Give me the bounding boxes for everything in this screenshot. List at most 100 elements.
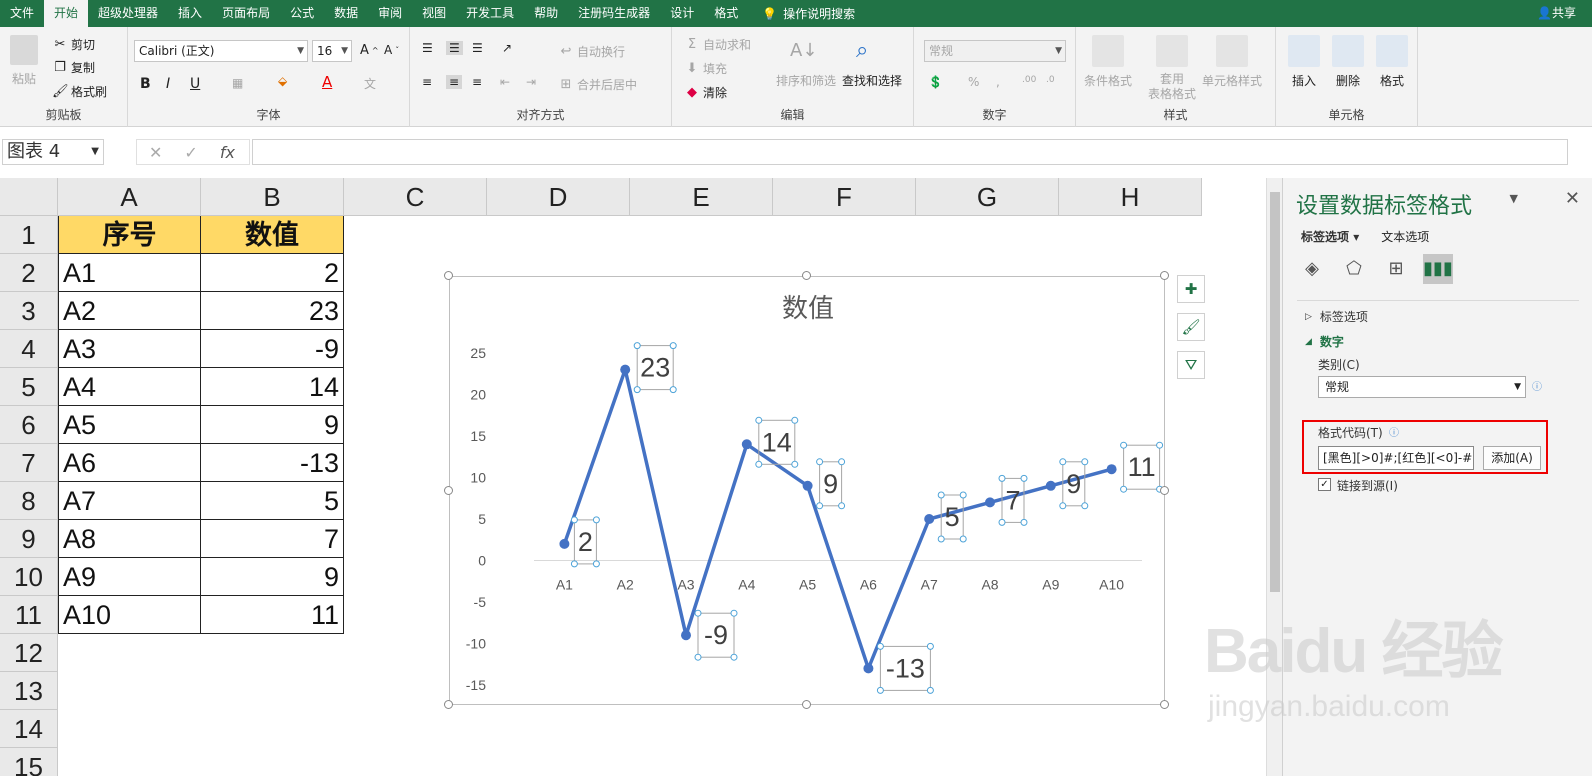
- info-icon[interactable]: ⓘ: [1532, 378, 1542, 393]
- row-header[interactable]: 8: [0, 482, 58, 520]
- phonetic-icon[interactable]: 文: [364, 75, 376, 92]
- column-header[interactable]: B: [201, 178, 344, 216]
- fill-line-icon[interactable]: ◈: [1297, 254, 1327, 284]
- column-header[interactable]: A: [58, 178, 201, 216]
- table-cell[interactable]: A5: [58, 406, 201, 444]
- table-cell[interactable]: 14: [201, 368, 344, 406]
- percent-icon[interactable]: %: [968, 75, 979, 89]
- table-cell[interactable]: A3: [58, 330, 201, 368]
- chart-elements-button[interactable]: ✚: [1177, 275, 1205, 303]
- resize-handle[interactable]: [444, 271, 453, 280]
- menu-tab[interactable]: 文件: [0, 0, 44, 27]
- cancel-icon[interactable]: ✕: [149, 143, 162, 162]
- shrink-font-button[interactable]: Aˇ: [384, 43, 399, 57]
- chart-filter-button[interactable]: ⛛: [1177, 351, 1205, 379]
- menu-tab[interactable]: 设计: [660, 0, 704, 27]
- grow-font-button[interactable]: A ^: [360, 43, 379, 58]
- delete-cells-button[interactable]: 删除: [1332, 35, 1364, 89]
- number-format-combo[interactable]: 常规 ▼: [924, 40, 1066, 62]
- row-header[interactable]: 15: [0, 748, 58, 776]
- cell-styles-button[interactable]: 单元格样式: [1202, 35, 1262, 89]
- table-cell[interactable]: 5: [201, 482, 344, 520]
- resize-handle[interactable]: [1160, 700, 1169, 709]
- underline-button[interactable]: U: [190, 76, 200, 92]
- align-right-icon[interactable]: ≡: [472, 75, 482, 89]
- table-cell[interactable]: A1: [58, 254, 201, 292]
- borders-icon[interactable]: ▦: [232, 76, 243, 90]
- italic-button[interactable]: I: [166, 76, 170, 92]
- format-cells-button[interactable]: 格式: [1376, 35, 1408, 89]
- menu-tab[interactable]: 开始: [44, 0, 89, 27]
- find-select-button[interactable]: ⌕ 查找和选择: [842, 35, 902, 89]
- resize-handle[interactable]: [1160, 485, 1169, 495]
- name-box[interactable]: 图表 4 ▼: [2, 139, 104, 165]
- table-cell[interactable]: A7: [58, 482, 201, 520]
- table-cell[interactable]: -13: [201, 444, 344, 482]
- resize-handle[interactable]: [444, 485, 453, 495]
- row-header[interactable]: 13: [0, 672, 58, 710]
- row-header[interactable]: 1: [0, 216, 58, 254]
- table-cell[interactable]: 7: [201, 520, 344, 558]
- select-all-corner[interactable]: [0, 178, 58, 216]
- table-cell[interactable]: 序号: [58, 216, 201, 254]
- table-cell[interactable]: A4: [58, 368, 201, 406]
- table-cell[interactable]: 9: [201, 406, 344, 444]
- table-cell[interactable]: 2: [201, 254, 344, 292]
- tell-me-search[interactable]: 💡 操作说明搜索: [762, 5, 855, 22]
- increase-decimal-icon[interactable]: .00: [1022, 75, 1036, 85]
- resize-handle[interactable]: [444, 700, 453, 709]
- column-header[interactable]: C: [344, 178, 487, 216]
- menu-tab[interactable]: 审阅: [368, 0, 412, 27]
- indent-decrease-icon[interactable]: ⇤: [500, 75, 510, 89]
- row-header[interactable]: 12: [0, 634, 58, 672]
- menu-tab[interactable]: 插入: [168, 0, 212, 27]
- fill-color-icon[interactable]: ⬙: [278, 74, 287, 88]
- column-header[interactable]: H: [1059, 178, 1202, 216]
- tab-text-options[interactable]: 文本选项: [1381, 228, 1429, 245]
- column-header[interactable]: F: [773, 178, 916, 216]
- category-select[interactable]: 常规 ▼: [1318, 376, 1526, 398]
- orientation-icon[interactable]: ↗: [502, 41, 512, 55]
- table-cell[interactable]: 9: [201, 558, 344, 596]
- link-source-checkbox[interactable]: ✓: [1318, 478, 1331, 491]
- table-cell[interactable]: 23: [201, 292, 344, 330]
- row-header[interactable]: 3: [0, 292, 58, 330]
- row-header[interactable]: 7: [0, 444, 58, 482]
- info-icon[interactable]: ⓘ: [1389, 424, 1399, 439]
- align-middle-icon[interactable]: ☰: [446, 41, 463, 55]
- menu-tab[interactable]: 视图: [412, 0, 456, 27]
- column-header[interactable]: D: [487, 178, 630, 216]
- conditional-format-button[interactable]: 条件格式: [1084, 35, 1132, 89]
- menu-tab[interactable]: 公式: [280, 0, 324, 27]
- menu-tab[interactable]: 开发工具: [456, 0, 524, 27]
- wrap-text-button[interactable]: ↩ 自动换行: [558, 43, 625, 60]
- decrease-decimal-icon[interactable]: .0: [1046, 75, 1055, 85]
- menu-tab[interactable]: 帮助: [524, 0, 568, 27]
- chart[interactable]: 数值 25 20 15 10 5 0 -5 -10 -15 A1 A2 A3 A4 A5 A6 A7 A8 A9 A1…: [449, 276, 1165, 705]
- chart-styles-button[interactable]: 🖌: [1177, 313, 1205, 341]
- fx-icon[interactable]: fx: [220, 143, 235, 162]
- table-cell[interactable]: A10: [58, 596, 201, 634]
- autosum-button[interactable]: Σ 自动求和: [684, 36, 751, 53]
- section-label-options[interactable]: ▷ 标签选项: [1305, 308, 1368, 325]
- table-cell[interactable]: A2: [58, 292, 201, 330]
- row-header[interactable]: 6: [0, 406, 58, 444]
- align-center-icon[interactable]: ≡: [446, 75, 463, 89]
- resize-handle[interactable]: [802, 700, 811, 709]
- column-header[interactable]: E: [630, 178, 773, 216]
- label-options-icon[interactable]: ▮▮▮: [1423, 254, 1453, 284]
- row-header[interactable]: 9: [0, 520, 58, 558]
- table-cell[interactable]: A8: [58, 520, 201, 558]
- format-code-input[interactable]: [黑色][>0]#;[红色][<0]-#: [1318, 446, 1474, 470]
- close-icon[interactable]: ✕: [1565, 188, 1580, 209]
- row-header[interactable]: 2: [0, 254, 58, 292]
- fill-button[interactable]: ⬇ 填充: [684, 60, 727, 77]
- insert-cells-button[interactable]: 插入: [1288, 35, 1320, 89]
- resize-handle[interactable]: [802, 271, 811, 280]
- table-cell[interactable]: -9: [201, 330, 344, 368]
- menu-tab[interactable]: 页面布局: [212, 0, 280, 27]
- size-properties-icon[interactable]: ⊞: [1381, 254, 1411, 284]
- font-size-combo[interactable]: 16 ▼: [312, 40, 352, 62]
- indent-increase-icon[interactable]: ⇥: [526, 75, 536, 89]
- menu-tab[interactable]: 格式: [704, 0, 748, 27]
